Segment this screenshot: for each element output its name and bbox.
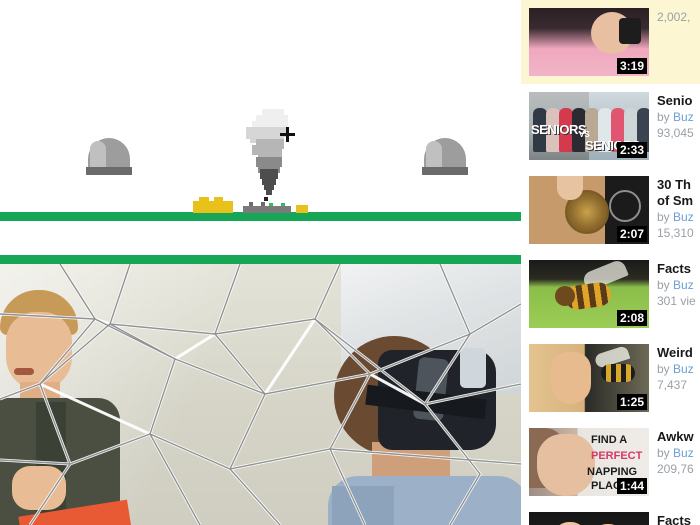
by-prefix: by (657, 362, 674, 376)
suggested-video-meta: Awkw by Buz 209,76 (657, 428, 700, 496)
thumbnail-text: PERFECT (591, 450, 643, 462)
bee-head (555, 286, 575, 306)
smoke-pixel (266, 188, 272, 195)
thumbnail-text: SENIORS (531, 122, 587, 137)
suggested-video-views: 2,002, (657, 10, 691, 24)
device (619, 18, 641, 44)
suggested-video-title[interactable]: Facts (657, 261, 700, 277)
sand-block (296, 205, 308, 213)
bunker-base (422, 167, 468, 175)
by-prefix: by (657, 278, 674, 292)
suggested-video-channel[interactable]: by Buz (657, 361, 700, 377)
suggested-video-meta: 30 Th of Sm by Buz 15,310 (657, 176, 700, 244)
bunker-dome (88, 138, 130, 168)
face (6, 312, 72, 390)
suggested-video-views: 209,76 (657, 462, 694, 476)
suggested-video-title-line2[interactable]: of Sm (657, 193, 700, 209)
suggested-video-item[interactable]: Factsby Buz245,66 (521, 504, 700, 525)
thumbnail-pink[interactable]: 3:19 (529, 8, 649, 76)
ship-green-light (269, 203, 273, 206)
suggested-video-views: 93,045 (657, 126, 694, 140)
suggested-videos-sidebar[interactable]: 3:19 2,002, SENIORS VS SENIORS 2:33 Senio by Bu… (521, 0, 700, 525)
mouth (14, 368, 34, 375)
suggested-video-title[interactable]: Facts (657, 513, 700, 525)
suggested-video-views: 301 vie (657, 294, 696, 308)
suggested-video-title[interactable]: Awkw (657, 429, 700, 445)
suggested-video-channel[interactable]: by Buz (657, 109, 700, 125)
suggested-video-title[interactable]: Weird (657, 345, 700, 361)
video-duration-badge: 1:25 (616, 394, 647, 410)
channel-name[interactable]: Buz (673, 446, 694, 460)
suggested-video-meta: Factsby Buz245,66 (657, 512, 700, 525)
channel-name[interactable]: Buz (673, 110, 694, 124)
ground-line-bottom (0, 255, 521, 264)
bee-body (601, 364, 635, 382)
suggested-video-item[interactable]: 3:19 2,002, (521, 0, 700, 84)
suggested-video-item[interactable]: 1:25 Weird by Buz 7,437 (521, 336, 700, 420)
page-root: 3:19 2,002, SENIORS VS SENIORS 2:33 Senio by Bu… (0, 0, 700, 525)
subject-man-talking (0, 290, 132, 525)
channel-name[interactable]: Buz (673, 210, 694, 224)
suggested-video-title[interactable]: 30 Th (657, 177, 700, 193)
thumbnail-compass-phone[interactable]: 2:07 (529, 176, 649, 244)
suggested-video-channel[interactable]: by Buz (657, 209, 700, 225)
suggested-video-channel[interactable]: by Buz (657, 277, 700, 293)
smoke-pixel (274, 115, 288, 127)
suggested-video-item[interactable]: 2:07 30 Th of Sm by Buz 15,310 (521, 168, 700, 252)
compass-dial-icon (609, 190, 641, 222)
thumbnail-text: NAPPING (587, 466, 638, 478)
thumbnail-text: FIND A (591, 434, 628, 446)
suggested-video-meta: Senio by Buz 93,045 (657, 92, 700, 160)
channel-name[interactable]: Buz (673, 278, 694, 292)
by-prefix: by (657, 210, 674, 224)
video-frame[interactable] (0, 264, 521, 525)
suggested-video-views: 15,310 (657, 226, 694, 240)
video-duration-badge: 2:08 (616, 310, 647, 326)
thumbnail-two-women-heart[interactable] (529, 512, 649, 525)
suggested-video-meta: Facts by Buz 301 vie (657, 260, 700, 328)
face (551, 352, 591, 404)
by-prefix: by (657, 446, 674, 460)
by-prefix: by (657, 110, 674, 124)
ship-mast (261, 202, 265, 206)
suggested-video-item[interactable]: SENIORS VS SENIORS 2:33 Senio by Buz 93,045 (521, 84, 700, 168)
headset-highlight (460, 348, 486, 388)
thumbnail-woman-and-bee[interactable]: 1:25 (529, 344, 649, 412)
bunker-base (86, 167, 132, 175)
suggested-video-channel[interactable]: by Buz (657, 445, 700, 461)
hand (12, 466, 66, 510)
suggested-video-item[interactable]: FIND A PERFECT NAPPING PLACE 1:44 Awkw by Buz 2… (521, 420, 700, 504)
sand-block (214, 197, 223, 202)
suggested-video-views: 7,437 (657, 378, 688, 392)
subject-vr-headset-person (320, 336, 521, 525)
suggested-video-meta: 2,002, (657, 8, 700, 76)
crosshair-cursor-icon (280, 127, 295, 142)
video-duration-badge: 2:07 (616, 226, 647, 242)
channel-name[interactable]: Buz (673, 362, 694, 376)
sand-mound (193, 201, 233, 213)
video-duration-badge: 1:44 (616, 478, 647, 494)
hand (557, 176, 583, 200)
suggested-video-title[interactable]: Senio (657, 93, 700, 109)
smoke-pixel (246, 127, 256, 139)
suggested-video-item[interactable]: 2:08 Facts by Buz 301 vie (521, 252, 700, 336)
ground-line-top (0, 212, 521, 221)
suggested-video-meta: Weird by Buz 7,437 (657, 344, 700, 412)
video-duration-badge: 3:19 (616, 58, 647, 74)
shirt-shadow (332, 486, 394, 525)
thumbnail-bee[interactable]: 2:08 (529, 260, 649, 328)
thumbnail-find-a-perfect-napping-place[interactable]: FIND A PERFECT NAPPING PLACE 1:44 (529, 428, 649, 496)
video-player-area[interactable] (0, 0, 521, 525)
thumbnail-artwork (529, 512, 649, 525)
pixel-game-stage[interactable] (0, 0, 521, 225)
falling-bomb (264, 197, 268, 201)
bunker-dome (424, 138, 466, 168)
sand-block (199, 197, 209, 202)
face (537, 434, 595, 496)
ship-mast (249, 202, 253, 206)
thumbnail-seniors-vs-seniors[interactable]: SENIORS VS SENIORS 2:33 (529, 92, 649, 160)
ground-ship[interactable] (243, 202, 291, 213)
video-duration-badge: 2:33 (616, 142, 647, 158)
ship-green-light (281, 203, 285, 206)
